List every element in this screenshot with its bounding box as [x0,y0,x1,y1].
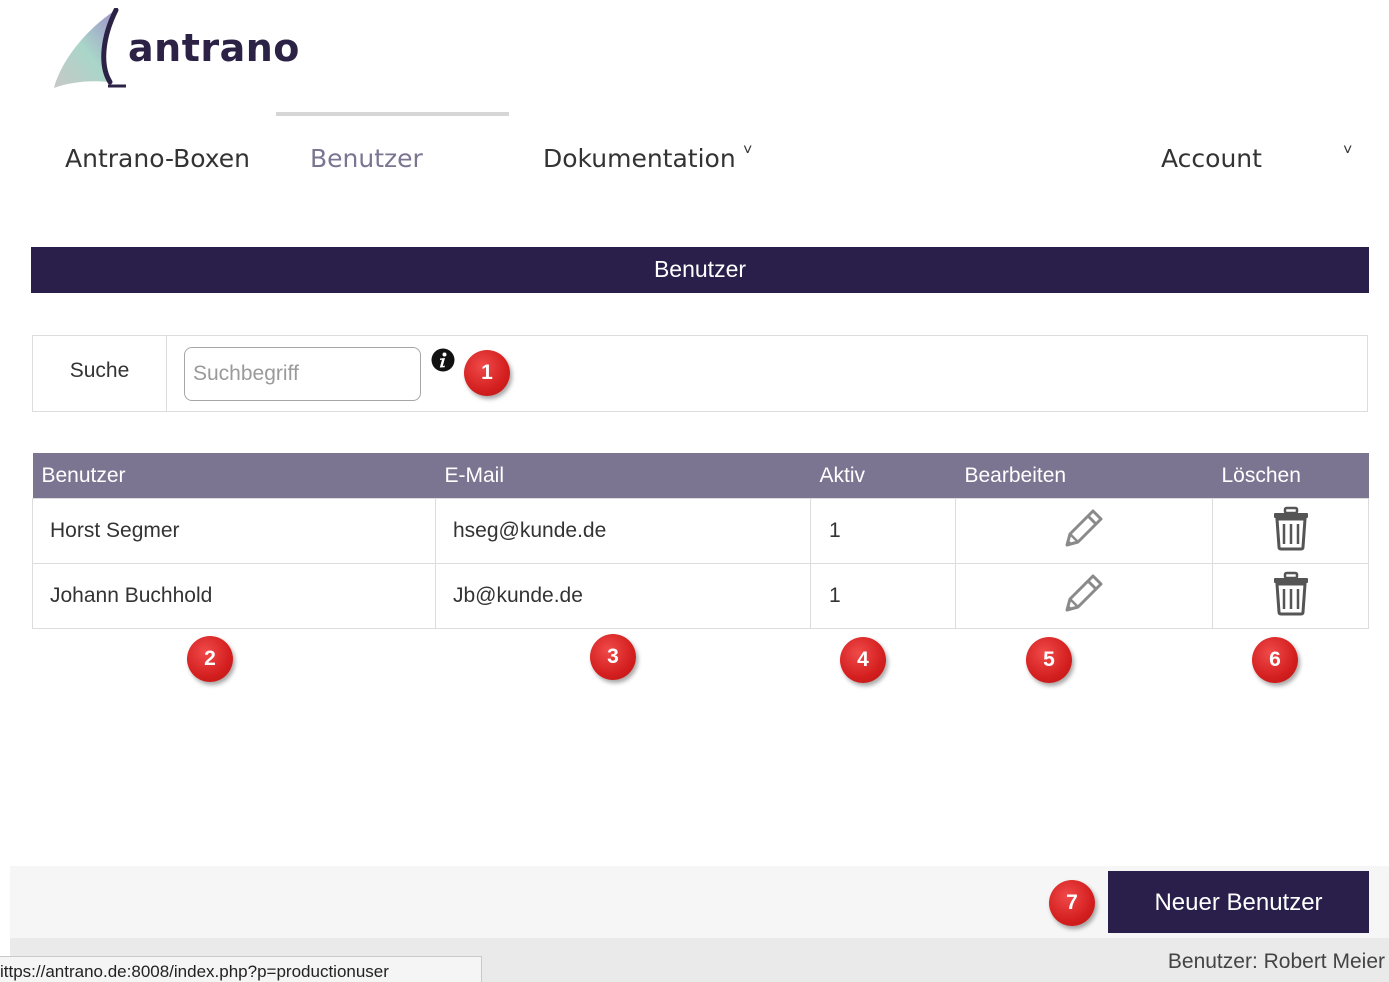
column-header-loeschen: Löschen [1212,453,1369,499]
column-header-email[interactable]: E-Mail [435,453,811,499]
edit-button[interactable] [1061,505,1107,557]
chevron-down-icon[interactable]: ˅ [743,142,752,160]
page-title: Benutzer [31,247,1369,293]
callout-badge-3: 3 [590,634,636,680]
edit-button[interactable] [1061,570,1107,622]
edit-cell [955,563,1213,629]
new-user-button[interactable]: Neuer Benutzer [1108,871,1369,933]
user-name-cell: Johann Buchhold [32,563,436,629]
column-header-aktiv[interactable]: Aktiv [810,453,956,499]
callout-badge-5: 5 [1026,637,1072,683]
sail-logo-icon [54,7,126,88]
delete-cell [1212,563,1369,629]
callout-badge-1: 1 [464,350,510,396]
callout-badge-4: 4 [840,637,886,683]
table-row: Johann Buchhold Jb@kunde.de 1 [32,563,1369,629]
brand-name: antrano [128,26,300,70]
antrano-logo[interactable]: antrano [50,7,320,94]
search-input[interactable] [184,347,421,401]
delete-button[interactable] [1271,505,1311,557]
column-header-benutzer[interactable]: Benutzer [32,453,436,499]
nav-item-account[interactable]: Account [1161,144,1262,173]
user-name-cell: Horst Segmer [32,498,436,564]
callout-badge-6: 6 [1252,637,1298,683]
callout-badge-7: 7 [1049,880,1095,926]
chevron-down-icon[interactable]: ˅ [1343,142,1352,160]
trash-icon [1273,506,1308,551]
column-header-bearbeiten: Bearbeiten [955,453,1213,499]
pencil-icon [1065,509,1103,547]
link-url-tooltip: ittps://antrano.de:8008/index.php?p=prod… [0,956,482,982]
nav-item-dokumentation[interactable]: Dokumentation [543,144,736,173]
user-email-cell: hseg@kunde.de [435,498,811,564]
user-active-cell: 1 [810,563,956,629]
nav-item-antrano-boxen[interactable]: Antrano-Boxen [65,144,250,173]
table-header-row: Benutzer E-Mail Aktiv Bearbeiten Löschen [32,453,1369,499]
trash-icon [1273,571,1308,616]
callout-badge-2: 2 [187,636,233,682]
delete-cell [1212,498,1369,564]
edit-cell [955,498,1213,564]
pencil-icon [1065,574,1103,612]
users-table: Benutzer E-Mail Aktiv Bearbeiten Löschen… [32,453,1369,629]
nav-item-benutzer[interactable]: Benutzer [310,144,423,173]
info-icon[interactable] [431,348,455,372]
user-active-cell: 1 [810,498,956,564]
table-row: Horst Segmer hseg@kunde.de 1 [32,498,1369,564]
user-email-cell: Jb@kunde.de [435,563,811,629]
nav-active-indicator [276,112,509,116]
logged-in-user: Benutzer: Robert Meier [1167,950,1385,973]
delete-button[interactable] [1271,570,1311,622]
search-label: Suche [33,336,167,411]
search-panel: Suche [32,335,1368,412]
